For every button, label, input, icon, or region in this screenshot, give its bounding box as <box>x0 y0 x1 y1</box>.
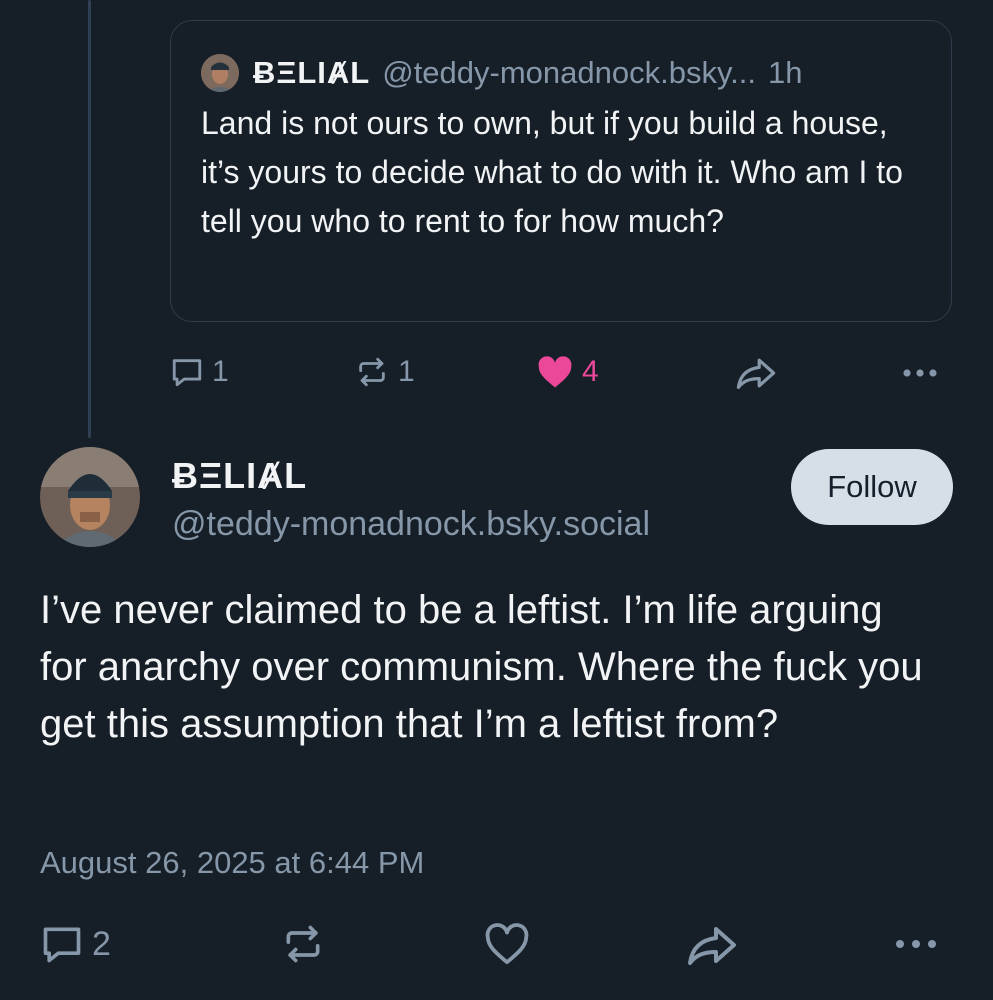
quoted-reply-count: 1 <box>212 355 229 388</box>
repost-button[interactable] <box>280 922 326 966</box>
like-button[interactable] <box>484 922 530 966</box>
more-dots-icon <box>892 931 940 957</box>
quoted-share-button[interactable] <box>735 357 777 389</box>
quoted-reply-time: 1h <box>768 55 803 90</box>
quoted-reply-text: Land is not ours to own, but if you buil… <box>201 105 903 239</box>
quoted-repost-button[interactable]: 1 <box>354 355 415 389</box>
author-avatar[interactable] <box>40 447 140 547</box>
post-timestamp: August 26, 2025 at 6:44 PM <box>40 845 425 880</box>
quoted-reply-card[interactable]: ɃΞLIȺL @teddy-monadnock.bsky... 1h Land … <box>170 20 952 322</box>
heart-icon <box>536 355 574 389</box>
quoted-author-handle[interactable]: @teddy-monadnock.bsky... <box>382 55 756 91</box>
quoted-repost-count: 1 <box>398 355 415 388</box>
quoted-author-name[interactable]: ɃΞLIȺL <box>253 55 370 91</box>
quoted-author-avatar[interactable] <box>201 54 239 92</box>
reply-button[interactable]: 2 <box>40 922 111 966</box>
speech-bubble-icon <box>170 355 204 389</box>
share-arrow-icon <box>735 357 777 389</box>
repost-arrows-icon <box>280 922 326 966</box>
quoted-reply-button[interactable]: 1 <box>170 355 229 389</box>
share-button[interactable] <box>686 925 738 965</box>
quoted-like-button[interactable]: 4 <box>536 355 599 389</box>
quoted-more-button[interactable] <box>900 360 940 386</box>
more-button[interactable] <box>892 931 940 957</box>
quoted-like-count: 4 <box>582 355 599 388</box>
quoted-reply-header: ɃΞLIȺL @teddy-monadnock.bsky... 1h <box>201 51 921 95</box>
heart-icon <box>484 922 530 966</box>
thread-connector-line <box>88 0 91 438</box>
post-thread-view: ɃΞLIȺL @teddy-monadnock.bsky... 1h Land … <box>0 0 993 1000</box>
speech-bubble-icon <box>40 922 84 966</box>
author-name[interactable]: ɃΞLIȺL <box>172 455 307 497</box>
reply-count: 2 <box>92 924 111 963</box>
more-dots-icon <box>900 360 940 386</box>
post-text: I’ve never claimed to be a leftist. I’m … <box>40 588 923 746</box>
author-handle[interactable]: @teddy-monadnock.bsky.social <box>172 505 650 544</box>
repost-arrows-icon <box>354 355 390 389</box>
follow-button[interactable]: Follow <box>791 449 953 525</box>
share-arrow-icon <box>686 925 738 965</box>
